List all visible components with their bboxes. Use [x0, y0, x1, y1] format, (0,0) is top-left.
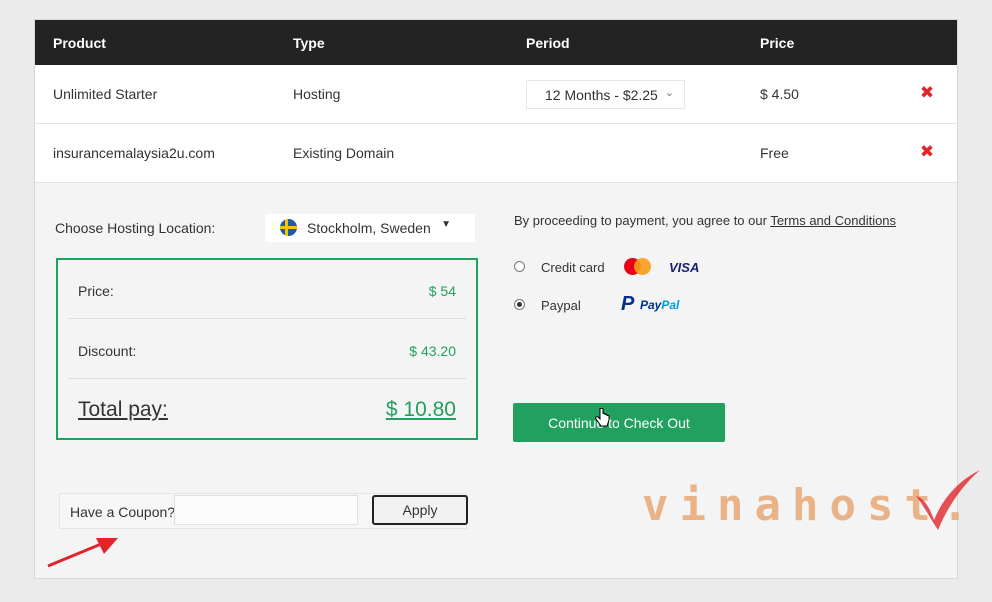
credit-card-label: Credit card — [541, 260, 605, 275]
order-summary: Price: $ 54 Discount: $ 43.20 Total pay:… — [56, 258, 478, 440]
period-selected-value: 12 Months - $2.25 — [545, 87, 658, 103]
apply-coupon-button[interactable]: Apply — [372, 495, 468, 525]
terms-link[interactable]: Terms and Conditions — [770, 213, 896, 228]
coupon-input[interactable] — [174, 495, 358, 525]
header-period: Period — [526, 35, 570, 51]
mastercard-icon — [624, 258, 652, 276]
header-type: Type — [293, 35, 325, 51]
total-label: Total pay: — [78, 398, 168, 421]
terms-text: By proceeding to payment, you agree to o… — [514, 213, 771, 228]
red-arrow-icon — [47, 538, 118, 568]
terms-notice: By proceeding to payment, you agree to o… — [514, 213, 896, 228]
remove-item-icon[interactable]: ✖ — [919, 143, 935, 161]
paypal-radio[interactable] — [514, 299, 525, 310]
continue-checkout-button[interactable]: Continue to Check Out — [513, 403, 725, 442]
price-value: $ 54 — [428, 283, 456, 299]
hosting-location-select[interactable]: Stockholm, Sweden ▼ — [265, 214, 475, 242]
discount-value: $ 43.20 — [409, 343, 456, 359]
product-type: Hosting — [293, 86, 341, 102]
total-value: $ 10.80 — [385, 398, 456, 421]
paypal-label: Paypal — [541, 298, 581, 313]
table-row: Unlimited Starter Hosting 12 Months - $2… — [35, 65, 957, 124]
product-type: Existing Domain — [293, 145, 395, 161]
chevron-down-icon: ⌄ — [664, 87, 674, 99]
sweden-flag-icon — [280, 219, 297, 236]
remove-item-icon[interactable]: ✖ — [919, 84, 935, 102]
visa-logo: VISA — [669, 260, 700, 275]
price-label: Price: — [78, 283, 114, 299]
checkmark-logo-icon — [916, 470, 980, 530]
header-price: Price — [760, 35, 795, 51]
cart-table-header: Product Type Period Price — [35, 20, 957, 65]
coupon-section: Have a Coupon? Apply — [59, 493, 468, 529]
hosting-location-label: Choose Hosting Location: — [55, 220, 216, 236]
discount-label: Discount: — [78, 343, 137, 359]
header-product: Product — [53, 35, 106, 51]
product-name: insurancemalaysia2u.com — [53, 145, 215, 161]
product-name: Unlimited Starter — [53, 86, 158, 102]
period-select[interactable]: 12 Months - $2.25 ⌄ — [526, 80, 685, 109]
credit-card-radio[interactable] — [514, 261, 525, 272]
table-row: insurancemalaysia2u.com Existing Domain … — [35, 124, 957, 183]
summary-price-row: Price: $ 54 — [68, 260, 466, 319]
hosting-location-value: Stockholm, Sweden — [307, 220, 431, 236]
paypal-logo: PayPal — [640, 298, 680, 312]
caret-down-icon: ▼ — [441, 219, 451, 230]
summary-total-row: Total pay: $ 10.80 — [68, 379, 466, 439]
summary-discount-row: Discount: $ 43.20 — [68, 319, 466, 379]
paypal-icon: P — [621, 293, 635, 315]
product-price: Free — [760, 145, 789, 161]
product-price: $ 4.50 — [760, 86, 799, 102]
hand-cursor-icon — [595, 408, 610, 427]
coupon-label: Have a Coupon? — [70, 504, 176, 520]
